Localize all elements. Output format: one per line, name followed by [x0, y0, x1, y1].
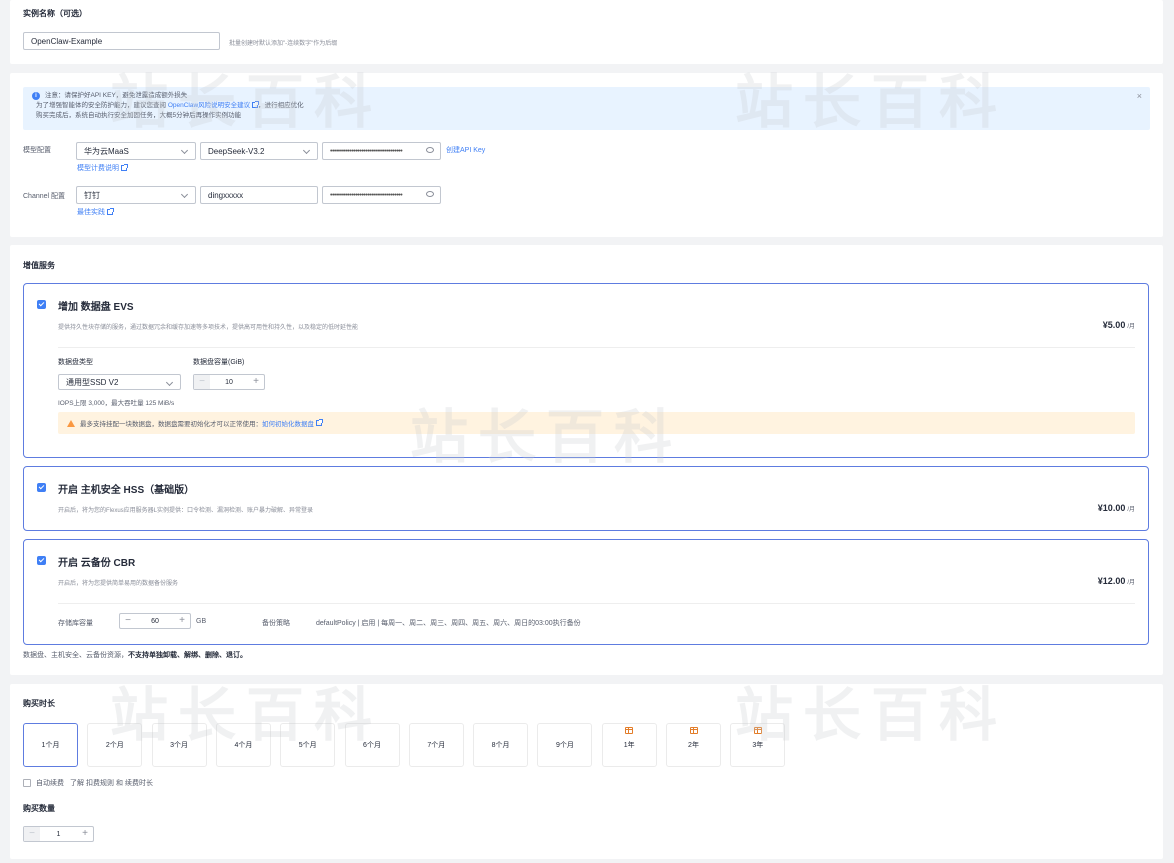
channel-secret-input[interactable]: •••••••••••••••••••••••••••••••••••••	[322, 186, 441, 204]
hss-title: 开启 主机安全 HSS（基础版）	[58, 485, 195, 496]
minus-icon[interactable]: −	[120, 614, 136, 628]
plus-icon[interactable]: +	[77, 827, 93, 841]
evs-price: ¥5.00/月	[1102, 320, 1135, 330]
disk-perf: IOPS上限 3,000，最大吞吐量 125 MiB/s	[58, 400, 175, 407]
disk-type-select[interactable]: 通用型SSD V2	[58, 374, 181, 390]
duration-option[interactable]: 7个月	[408, 723, 464, 767]
auto-renew-row: 自动续费 了解 扣费规则 和 续费时长	[23, 778, 153, 788]
quantity-title: 购买数量	[23, 804, 55, 813]
vault-capacity-stepper[interactable]: − 60 +	[119, 613, 191, 629]
disk-warning: 最多支持挂配一块数据盘，数据盘需要初始化才可以正常使用： 如何初始化数据盘	[58, 412, 1135, 434]
cbr-title: 开启 云备份 CBR	[58, 558, 136, 569]
hss-price: ¥10.00/月	[1097, 503, 1135, 513]
evs-service-panel: 增加 数据盘 EVS 提供持久性块存储的服务，通过数据冗余和缓存加速等多项技术，…	[23, 283, 1149, 458]
gift-icon	[625, 727, 634, 734]
duration-option[interactable]: 6个月	[344, 723, 400, 767]
notice-line-3: 购买完成后，系统自动执行安全加固任务，大概5分钟后再操作实例功能	[36, 112, 242, 119]
channel-config-label: Channel 配置	[23, 193, 66, 200]
duration-option[interactable]: 9个月	[537, 723, 593, 767]
backup-policy-label: 备份策略	[262, 620, 290, 627]
duration-option[interactable]: 4个月	[215, 723, 271, 767]
cbr-desc: 开启后，将为您提供简单易用的数据备份服务	[58, 581, 179, 587]
gift-icon	[689, 727, 698, 734]
eye-icon[interactable]	[426, 147, 434, 153]
cbr-service-panel: 开启 云备份 CBR 开启后，将为您提供简单易用的数据备份服务 ¥12.00/月…	[23, 539, 1149, 645]
backup-policy-value: defaultPolicy | 启用 | 每周一、周二、周三、周四、周五、周六、…	[316, 620, 581, 627]
info-icon: i	[32, 92, 40, 100]
instance-name-input[interactable]: OpenClaw-Example	[23, 32, 220, 50]
duration-option[interactable]: 1个月	[23, 723, 78, 767]
close-icon[interactable]: ×	[1137, 91, 1142, 101]
hss-desc: 开启后，将为您的Flexus应用服务器L实例提供：口令检测、漏洞检测、账户暴力破…	[58, 508, 314, 514]
channel-select[interactable]: 钉钉	[76, 186, 196, 204]
duration-option[interactable]: 2年	[666, 723, 721, 767]
notice-banner: i 注意：请保护好API KEY，避免泄露造成额外损失 为了增强智能体的安全防护…	[23, 87, 1150, 130]
model-config-label: 模型配置	[23, 147, 51, 154]
quantity-stepper[interactable]: − 1 +	[23, 826, 94, 842]
value-added-title: 增值服务	[23, 261, 55, 270]
deduct-rules-link[interactable]: 扣费规则	[86, 778, 114, 788]
cbr-checkbox[interactable]	[37, 556, 46, 565]
duration-option[interactable]: 3年	[730, 723, 786, 767]
renew-duration-link[interactable]: 续费时长	[125, 778, 153, 788]
duration-option[interactable]: 2个月	[87, 723, 143, 767]
eye-icon[interactable]	[426, 191, 434, 197]
init-disk-link[interactable]: 如何初始化数据盘	[262, 418, 314, 428]
config-card: i 注意：请保护好API KEY，避免泄露造成额外损失 为了增强智能体的安全防护…	[10, 73, 1163, 237]
disk-type-label: 数据盘类型	[58, 359, 93, 366]
model-provider-select[interactable]: 华为云MaaS	[76, 142, 196, 160]
duration-option[interactable]: 1年	[601, 723, 657, 767]
duration-option[interactable]: 3个月	[151, 723, 207, 767]
cbr-price: ¥12.00/月	[1097, 576, 1135, 586]
external-link-icon	[316, 419, 323, 426]
vault-capacity-label: 存储库容量	[58, 620, 93, 627]
instance-name-title: 实例名称（可选）	[23, 9, 87, 18]
evs-title: 增加 数据盘 EVS	[58, 302, 134, 313]
plus-icon[interactable]: +	[174, 614, 190, 628]
best-practice-link[interactable]: 最佳实践	[77, 207, 114, 217]
purchase-card: 购买时长	[10, 684, 1163, 859]
external-link-icon	[107, 208, 114, 215]
auto-renew-checkbox[interactable]	[23, 779, 31, 787]
hss-service-panel: 开启 主机安全 HSS（基础版） 开启后，将为您的Flexus应用服务器L实例提…	[23, 466, 1149, 531]
evs-checkbox[interactable]	[37, 300, 46, 309]
notice-line-1: 注意：请保护好API KEY，避免泄露造成额外损失	[45, 92, 188, 99]
channel-app-id-input[interactable]: dingxxxxx	[200, 186, 318, 204]
disk-capacity-label: 数据盘容量(GiB)	[193, 359, 245, 366]
pricing-link[interactable]: 模型计费说明	[77, 163, 128, 173]
service-footnote: 数据盘、主机安全、云备份资源，不支持单独卸载、解绑、删除、退订。	[23, 652, 247, 659]
model-select[interactable]: DeepSeek-V3.2	[200, 142, 318, 160]
create-api-key-link[interactable]: 创建API Key	[446, 145, 485, 155]
warning-icon	[67, 419, 75, 427]
instance-name-card: 实例名称（可选） OpenClaw-Example 批量创建时默认添加"-连续数…	[10, 0, 1163, 64]
external-link-icon	[252, 101, 260, 108]
divider	[58, 347, 1135, 348]
hss-checkbox[interactable]	[37, 483, 46, 492]
duration-option[interactable]: 8个月	[473, 723, 529, 767]
divider	[58, 603, 1135, 604]
notice-line-2: 为了增强智能体的安全防护能力，建议您查阅 OpenClaw风险说明安全建议 ，进行…	[36, 101, 304, 109]
external-link-icon	[121, 164, 128, 171]
minus-icon[interactable]: −	[24, 827, 40, 841]
disk-capacity-stepper[interactable]: − 10 +	[193, 374, 265, 390]
duration-option[interactable]: 5个月	[280, 723, 336, 767]
gift-icon	[753, 727, 762, 734]
risk-doc-link[interactable]: OpenClaw风险说明安全建议	[168, 102, 250, 109]
vault-unit: GB	[196, 618, 207, 625]
instance-name-hint: 批量创建时默认添加"-连续数字"作为后缀	[229, 41, 338, 47]
evs-desc: 提供持久性块存储的服务，通过数据冗余和缓存加速等多项技术，提供高可用性和持久性，…	[58, 325, 359, 331]
minus-icon[interactable]: −	[194, 375, 210, 389]
api-key-input[interactable]: •••••••••••••••••••••••••••••••••••••	[322, 142, 441, 160]
duration-title: 购买时长	[23, 699, 55, 708]
plus-icon[interactable]: +	[248, 375, 264, 389]
